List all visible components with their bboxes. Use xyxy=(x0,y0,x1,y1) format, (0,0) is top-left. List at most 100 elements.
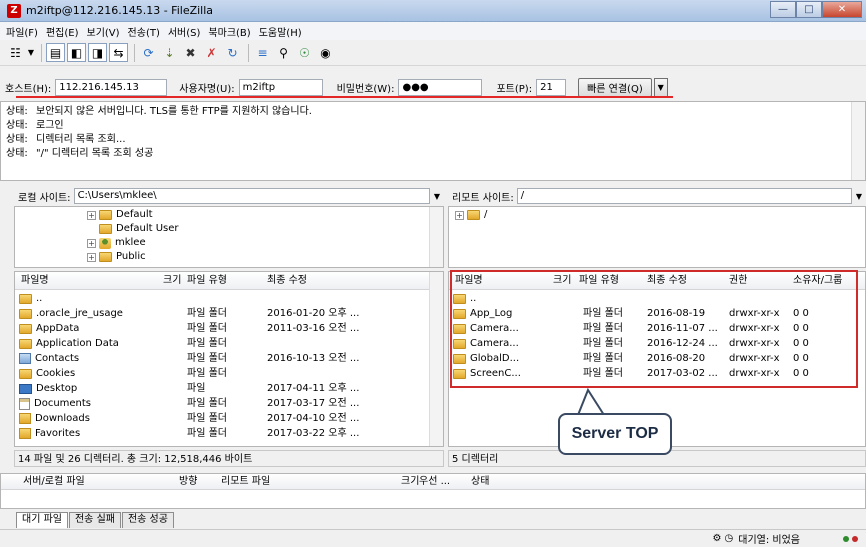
table-row[interactable]: Cookies 파일 폴더 xyxy=(15,366,443,381)
password-label: 비밀번호(W): xyxy=(336,83,395,95)
sync-browse-icon[interactable]: ☉ xyxy=(295,43,314,62)
status-bar: ⚙ ◷ 대기열: 비었음 xyxy=(0,529,866,547)
column-remote-file[interactable]: 리모트 파일 xyxy=(221,474,270,490)
menu-view[interactable]: 보기(V) xyxy=(87,24,120,39)
menu-edit[interactable]: 편집(E) xyxy=(46,24,79,39)
log-line: 상태: 디렉터리 목록 조회... xyxy=(6,134,126,145)
disconnect-icon[interactable]: ✗ xyxy=(202,43,221,62)
table-row[interactable]: .oracle_jre_usage 파일 폴더 2016-01-20 오후 ... xyxy=(15,306,443,321)
process-queue-icon[interactable]: ⇣ xyxy=(160,43,179,62)
column-server-local-file[interactable]: 서버/로컬 파일 xyxy=(23,474,85,490)
column-direction[interactable]: 방향 xyxy=(179,474,197,490)
menu-bar: 파일(F) 편집(E) 보기(V) 전송(T) 서버(S) 북마크(B) 도움말… xyxy=(0,22,866,40)
compare-icon[interactable]: ⚲ xyxy=(274,43,293,62)
column-priority[interactable]: 우선 ... xyxy=(419,474,450,490)
port-input[interactable] xyxy=(536,78,567,96)
expand-icon[interactable]: + xyxy=(455,210,464,220)
documents-icon xyxy=(19,397,30,410)
favorites-icon xyxy=(19,428,31,439)
transfer-queue: 서버/로컬 파일 방향 리모트 파일 크기 우선 ... 상태 xyxy=(0,473,866,509)
password-input[interactable] xyxy=(398,78,483,96)
column-name[interactable]: 파일명 xyxy=(21,272,49,290)
host-input[interactable] xyxy=(55,78,168,96)
gear-icon[interactable]: ⚙ xyxy=(713,533,722,544)
column-size[interactable]: 크기 xyxy=(163,272,181,290)
menu-server[interactable]: 서버(S) xyxy=(168,24,201,39)
tree-item[interactable]: + Public xyxy=(87,250,146,264)
filezilla-logo-icon: Z xyxy=(7,3,21,18)
tab-failed-transfers[interactable]: 전송 실패 xyxy=(68,512,121,528)
close-button[interactable]: ✕ xyxy=(822,1,862,18)
activity-indicator-icon xyxy=(852,535,858,542)
tab-queued-files[interactable]: 대기 파일 xyxy=(16,512,68,528)
local-directory-tree: + Default Default User + mklee + Public xyxy=(14,206,444,268)
user-folder-icon xyxy=(99,237,111,249)
column-status[interactable]: 상태 xyxy=(471,474,489,490)
queue-tabs: 대기 파일 전송 실패 전송 성공 xyxy=(16,512,175,528)
toolbar-separator xyxy=(41,43,42,62)
log-scrollbar[interactable] xyxy=(851,102,865,180)
table-row[interactable]: Application Data 파일 폴더 xyxy=(15,336,443,351)
toolbar-separator xyxy=(134,43,135,62)
menu-file[interactable]: 파일(F) xyxy=(6,24,38,39)
tree-item[interactable]: + / xyxy=(455,208,487,222)
chevron-down-icon[interactable]: ▼ xyxy=(852,192,866,201)
table-row[interactable]: Favorites 파일 폴더 2017-03-22 오후 ... xyxy=(15,426,443,441)
refresh-icon[interactable]: ⟳ xyxy=(139,43,158,62)
quickconnect-button[interactable]: 빠른 연결(Q) xyxy=(578,77,652,97)
table-row[interactable]: Desktop 파일 2017-04-11 오후 ... xyxy=(15,381,443,396)
local-site-input[interactable]: C:\Users\mklee\ xyxy=(73,188,430,204)
expand-icon[interactable]: + xyxy=(87,210,96,220)
port-label: 포트(P): xyxy=(496,83,533,95)
local-list-header: 파일명 크기 파일 유형 최종 수정 xyxy=(15,272,443,290)
column-type[interactable]: 파일 유형 xyxy=(187,272,227,290)
filter-icon[interactable]: ≡ xyxy=(253,43,272,62)
table-row[interactable]: Downloads 파일 폴더 2017-04-10 오전 ... xyxy=(15,411,443,426)
table-row[interactable]: .. xyxy=(15,291,443,306)
quickconnect-dropdown-icon[interactable]: ▼ xyxy=(653,77,668,97)
tree-item[interactable]: + mklee xyxy=(87,236,146,250)
menu-transfer[interactable]: 전송(T) xyxy=(128,24,160,39)
toggle-local-tree-icon[interactable]: ◧ xyxy=(67,43,86,62)
local-tree-scrollbar[interactable] xyxy=(429,207,443,267)
local-list-scrollbar[interactable] xyxy=(429,272,443,446)
table-row[interactable]: Contacts 파일 폴더 2016-10-13 오전 ... xyxy=(15,351,443,366)
expand-icon[interactable]: + xyxy=(87,238,96,248)
username-input[interactable] xyxy=(238,78,323,96)
server-top-callout: Server TOP xyxy=(558,413,672,455)
toolbar-separator xyxy=(248,43,249,62)
log-line: 상태: 보안되지 않은 서버입니다. TLS를 통한 FTP를 지원하지 않습니다… xyxy=(6,106,312,117)
queue-status: 대기열: 비었음 xyxy=(738,535,800,546)
toggle-log-icon[interactable]: ▤ xyxy=(46,43,65,62)
menu-help[interactable]: 도움말(H) xyxy=(259,24,302,39)
chevron-down-icon[interactable]: ▼ xyxy=(430,192,444,201)
quickconnect-bar: 호스트(H): 사용자명(U): 비밀번호(W): 포트(P): 빠른 연결(Q… xyxy=(0,76,866,98)
remote-directory-tree: + / xyxy=(448,206,866,268)
reconnect-icon[interactable]: ↻ xyxy=(223,43,242,62)
table-row[interactable]: AppData 파일 폴더 2011-03-16 오전 ... xyxy=(15,321,443,336)
toggle-queue-icon[interactable]: ⇆ xyxy=(109,43,128,62)
column-size[interactable]: 크기 xyxy=(401,474,419,490)
server-highlight-box xyxy=(450,270,858,388)
binoculars-icon[interactable]: ◉ xyxy=(316,43,335,62)
queue-header: 서버/로컬 파일 방향 리모트 파일 크기 우선 ... 상태 xyxy=(1,474,865,490)
table-row[interactable]: Documents 파일 폴더 2017-03-17 오전 ... xyxy=(15,396,443,411)
cancel-icon[interactable]: ✖ xyxy=(181,43,200,62)
tree-item[interactable]: Default User xyxy=(99,222,179,236)
tab-successful-transfers[interactable]: 전송 성공 xyxy=(121,512,174,528)
desktop-icon xyxy=(19,383,32,394)
remote-site-input[interactable]: / xyxy=(516,188,852,204)
remote-site-label: 리모트 사이트: xyxy=(452,192,514,204)
tree-item[interactable]: + Default xyxy=(87,208,153,222)
window-title: m2iftp@112.216.145.13 - FileZilla xyxy=(26,4,214,17)
chevron-down-icon[interactable]: ▼ xyxy=(27,43,35,62)
column-modified[interactable]: 최종 수정 xyxy=(267,272,307,290)
toggle-remote-tree-icon[interactable]: ◨ xyxy=(88,43,107,62)
expand-icon[interactable]: + xyxy=(87,252,96,262)
folder-icon xyxy=(467,210,480,220)
minimize-button[interactable]: — xyxy=(770,1,796,18)
maximize-button[interactable]: □ xyxy=(796,1,822,18)
site-manager-icon[interactable]: ☷ xyxy=(6,43,25,62)
speed-limit-icon[interactable]: ◷ xyxy=(725,533,734,544)
menu-bookmarks[interactable]: 북마크(B) xyxy=(208,24,250,39)
